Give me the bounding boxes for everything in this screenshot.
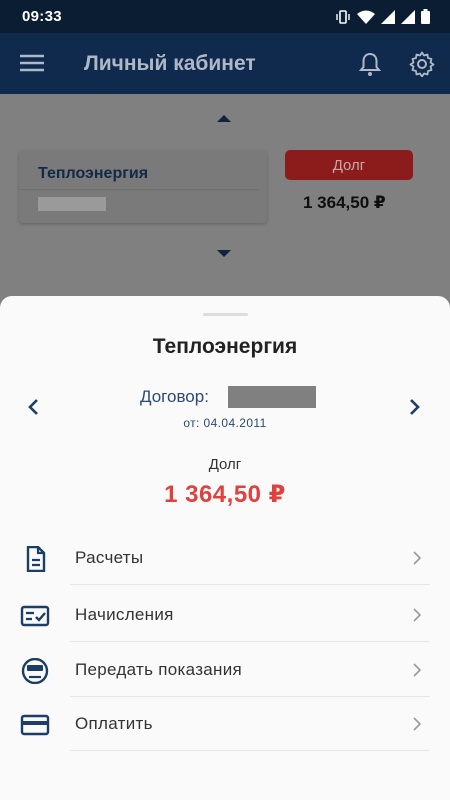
chevron-right-icon: [413, 608, 422, 622]
divider: [70, 641, 430, 642]
chevron-right-icon: [413, 663, 422, 677]
document-icon: [26, 546, 46, 572]
divider: [70, 750, 430, 751]
menu-icon[interactable]: [20, 54, 44, 72]
menu-item-calculations[interactable]: Расчеты: [0, 531, 450, 585]
background-amount: 1 364,50 ₽: [303, 193, 386, 212]
meter-icon: [21, 658, 49, 684]
status-bar: 09:33: [0, 0, 450, 33]
scroll-up-arrow-icon[interactable]: [217, 115, 231, 122]
battery-icon: [421, 9, 430, 24]
menu-item-label: Оплатить: [75, 714, 153, 733]
debt-badge: Долг: [285, 150, 413, 180]
sheet-title: Теплоэнергия: [152, 335, 298, 358]
gear-icon[interactable]: [409, 51, 435, 77]
divider: [70, 584, 430, 585]
wifi-icon: [357, 10, 375, 24]
contract-date: от: 04.04.2011: [183, 416, 267, 430]
contract-label: Договор:: [140, 387, 209, 406]
bell-icon[interactable]: [358, 51, 382, 77]
redacted-field: [38, 197, 106, 211]
debt-amount: 1 364,50 ₽: [164, 481, 286, 508]
divider: [19, 189, 259, 190]
app-bar: Личный кабинет: [0, 33, 450, 94]
chevron-right-icon: [413, 717, 422, 731]
checklist-icon: [20, 605, 50, 627]
next-contract-icon[interactable]: [408, 398, 422, 416]
service-card-name: Теплоэнергия: [38, 165, 149, 182]
sheet-drag-handle[interactable]: [203, 313, 248, 316]
menu-item-submit-readings[interactable]: Передать показания: [0, 643, 450, 697]
signal-icon: [381, 9, 395, 24]
menu-item-label: Передать показания: [75, 660, 243, 679]
vibrate-icon: [336, 9, 350, 24]
menu-item-label: Начисления: [75, 605, 174, 624]
previous-contract-icon[interactable]: [26, 398, 40, 416]
page-title: Личный кабинет: [84, 52, 256, 75]
scroll-down-arrow-icon[interactable]: [217, 250, 231, 257]
menu-item-pay[interactable]: Оплатить: [0, 697, 450, 751]
chevron-right-icon: [413, 551, 422, 565]
bottom-sheet: Теплоэнергия Договор: от: 04.04.2011 Дол…: [0, 296, 450, 800]
redacted-contract-number: [228, 386, 316, 408]
signal-icon-2: [401, 9, 415, 24]
status-icons: [335, 9, 430, 24]
menu-item-label: Расчеты: [75, 548, 144, 567]
card-icon: [20, 714, 50, 736]
debt-label: Долг: [208, 456, 242, 473]
menu-item-accruals[interactable]: Начисления: [0, 588, 450, 642]
status-time: 09:33: [22, 8, 62, 25]
service-card[interactable]: Теплоэнергия: [19, 151, 267, 223]
